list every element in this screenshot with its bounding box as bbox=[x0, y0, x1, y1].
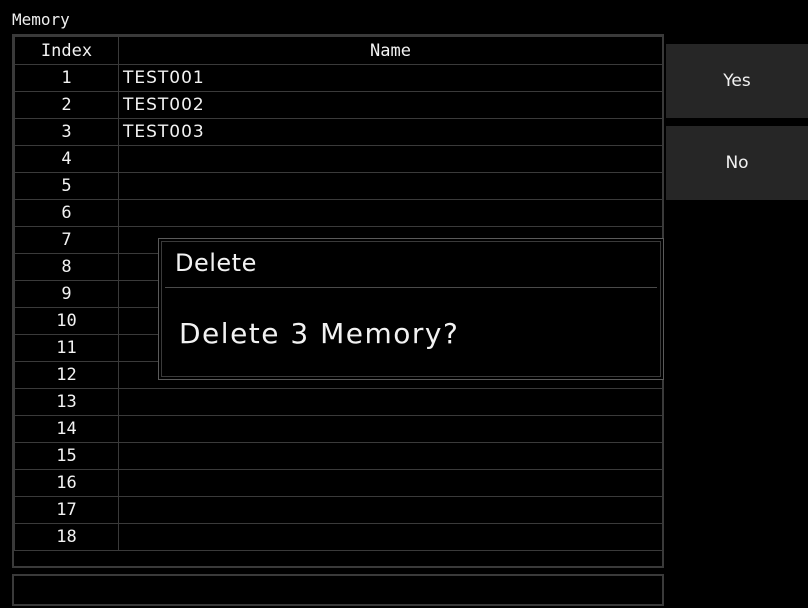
row-index-cell: 18 bbox=[14, 523, 119, 551]
row-name-cell bbox=[118, 469, 663, 497]
table-row[interactable]: 1 TEST001 bbox=[14, 64, 663, 92]
table-row[interactable]: 2 TEST002 bbox=[14, 91, 663, 119]
row-name-cell: TEST001 bbox=[118, 64, 663, 92]
row-name-cell bbox=[118, 145, 663, 173]
window-title: Memory bbox=[12, 10, 70, 29]
row-index-cell: 14 bbox=[14, 415, 119, 443]
row-name-cell: TEST002 bbox=[118, 91, 663, 119]
row-name-cell bbox=[118, 442, 663, 470]
row-index-cell: 17 bbox=[14, 496, 119, 524]
table-row[interactable]: 13 bbox=[14, 388, 663, 416]
table-row[interactable]: 14 bbox=[14, 415, 663, 443]
row-index-cell: 6 bbox=[14, 199, 119, 227]
table-row[interactable]: 16 bbox=[14, 469, 663, 497]
row-index-cell: 7 bbox=[14, 226, 119, 254]
table-row[interactable]: 5 bbox=[14, 172, 663, 200]
row-index-cell: 12 bbox=[14, 361, 119, 389]
row-index-cell: 15 bbox=[14, 442, 119, 470]
column-header-index: Index bbox=[14, 36, 119, 65]
row-index-cell: 16 bbox=[14, 469, 119, 497]
table-row[interactable]: 3 TEST003 bbox=[14, 118, 663, 146]
table-row[interactable]: 15 bbox=[14, 442, 663, 470]
delete-confirm-dialog: Delete Delete 3 Memory? bbox=[158, 238, 664, 380]
row-index-cell: 4 bbox=[14, 145, 119, 173]
table-row[interactable]: 17 bbox=[14, 496, 663, 524]
row-index-cell: 1 bbox=[14, 64, 119, 92]
row-index-cell: 13 bbox=[14, 388, 119, 416]
row-name-cell bbox=[118, 199, 663, 227]
dialog-message: Delete 3 Memory? bbox=[179, 317, 460, 350]
yes-button[interactable]: Yes bbox=[666, 44, 808, 118]
dialog-divider bbox=[165, 287, 657, 288]
row-index-cell: 2 bbox=[14, 91, 119, 119]
table-row[interactable]: 6 bbox=[14, 199, 663, 227]
row-name-cell bbox=[118, 415, 663, 443]
row-index-cell: 8 bbox=[14, 253, 119, 281]
no-button[interactable]: No bbox=[666, 126, 808, 200]
table-row[interactable]: 4 bbox=[14, 145, 663, 173]
row-index-cell: 9 bbox=[14, 280, 119, 308]
column-header-name: Name bbox=[118, 36, 663, 65]
row-name-cell bbox=[118, 523, 663, 551]
row-name-cell: TEST003 bbox=[118, 118, 663, 146]
memory-window: Memory Index Name 1 TEST001 2 TEST002 3 TEST0… bbox=[8, 8, 808, 608]
dialog-title: Delete bbox=[175, 249, 257, 277]
row-name-cell bbox=[118, 388, 663, 416]
row-index-cell: 3 bbox=[14, 118, 119, 146]
row-index-cell: 10 bbox=[14, 307, 119, 335]
table-header-row: Index Name bbox=[14, 36, 663, 65]
status-bar bbox=[12, 574, 664, 606]
row-index-cell: 11 bbox=[14, 334, 119, 362]
row-name-cell bbox=[118, 172, 663, 200]
table-row[interactable]: 18 bbox=[14, 523, 663, 551]
row-name-cell bbox=[118, 496, 663, 524]
row-index-cell: 5 bbox=[14, 172, 119, 200]
